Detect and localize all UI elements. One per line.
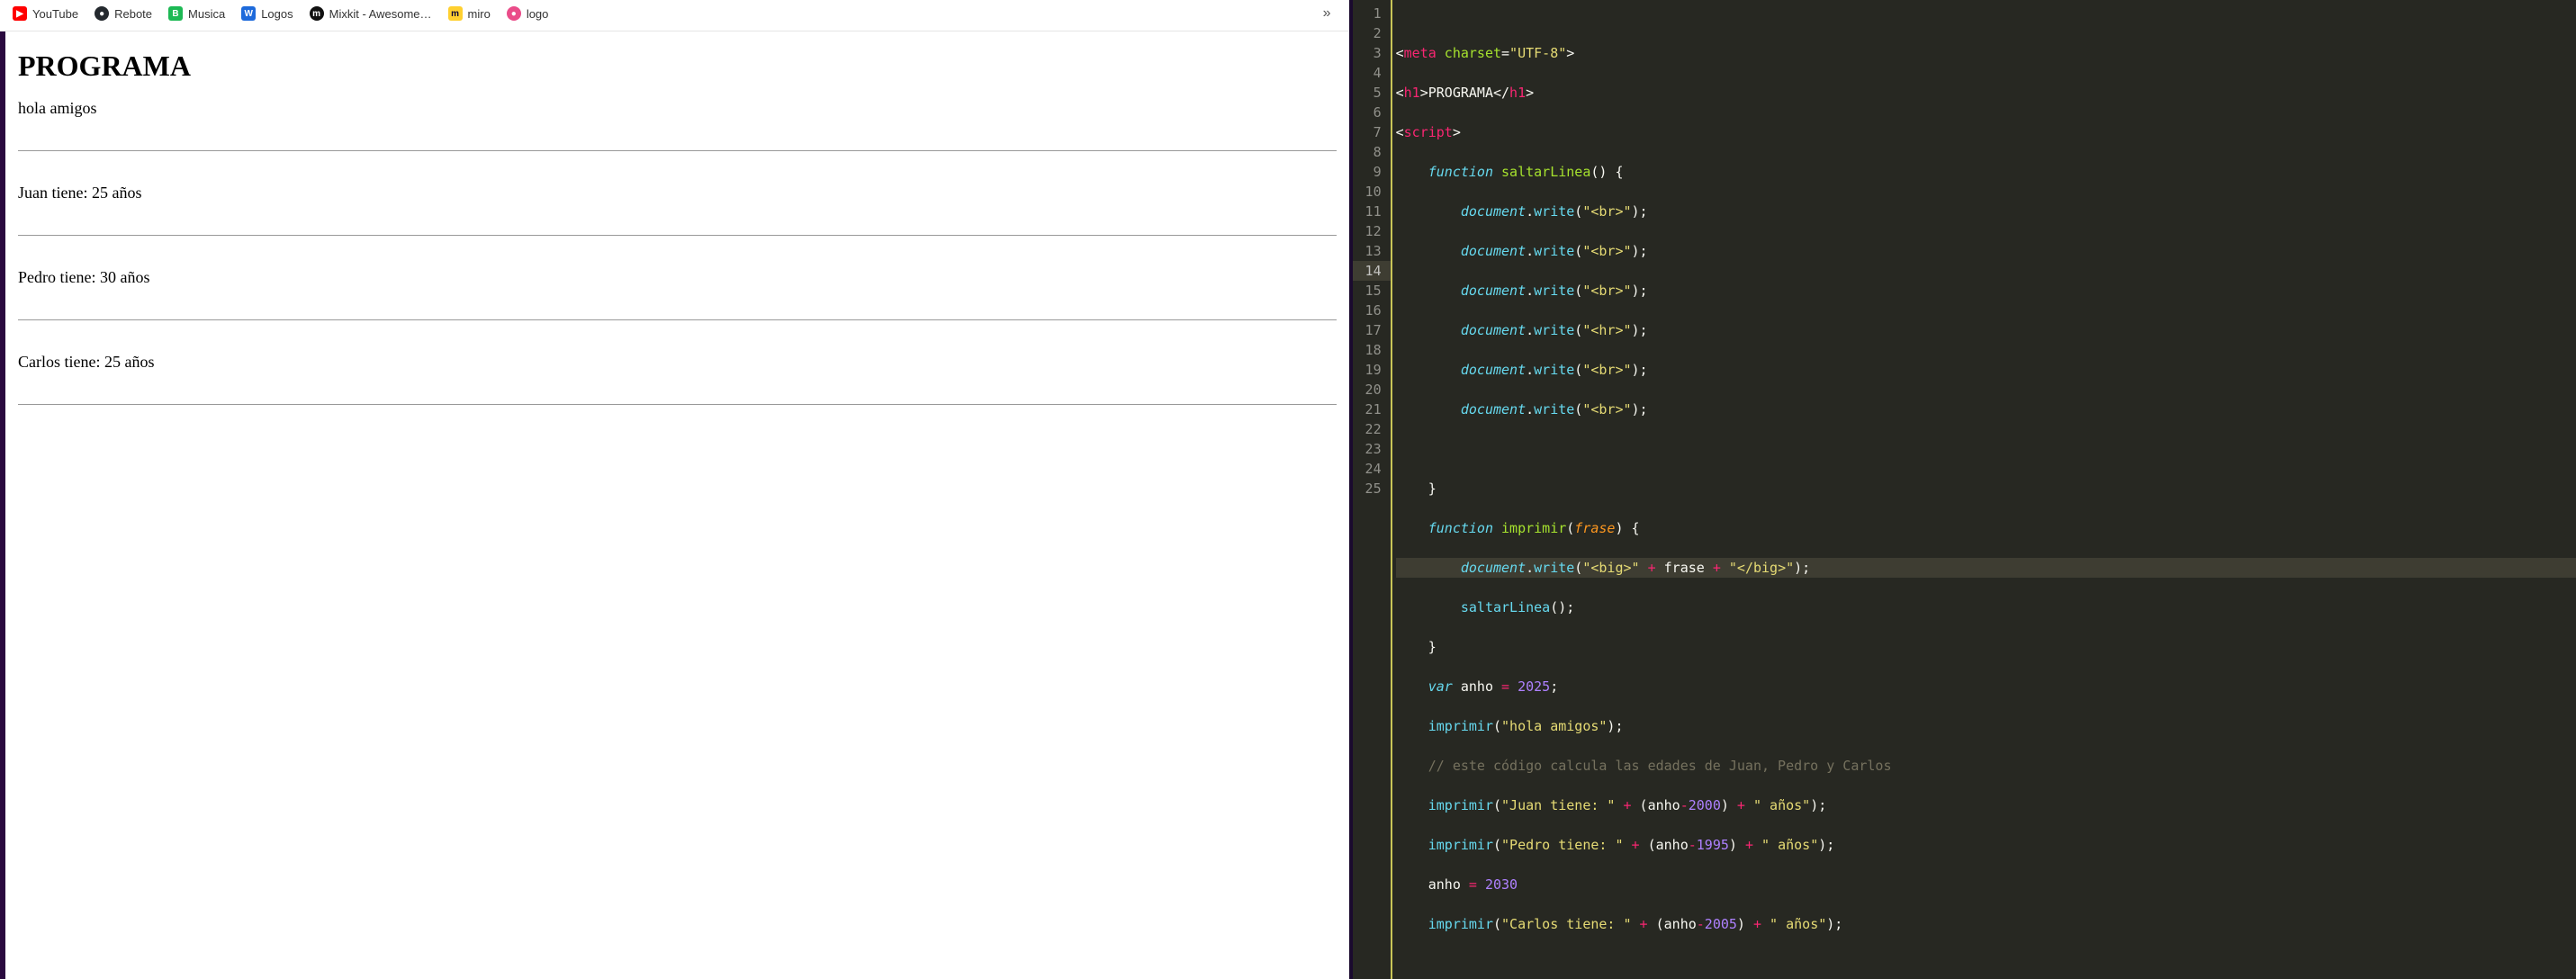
code-line: <meta charset="UTF-8"> bbox=[1396, 43, 2576, 63]
bookmark-mixkit[interactable]: m Mixkit - Awesome… bbox=[310, 6, 432, 21]
code-line: } bbox=[1396, 637, 2576, 657]
bookmark-youtube[interactable]: ▶ YouTube bbox=[13, 6, 78, 21]
code-line: imprimir("Carlos tiene: " + (anho-2005) … bbox=[1396, 914, 2576, 934]
line-number: 17 bbox=[1365, 320, 1382, 340]
code-line bbox=[1396, 439, 2576, 459]
bookmark-label: Logos bbox=[261, 7, 293, 21]
line-number: 2 bbox=[1365, 23, 1382, 43]
code-line: imprimir("Pedro tiene: " + (anho-1995) +… bbox=[1396, 835, 2576, 855]
code-line: imprimir("Juan tiene: " + (anho-2000) + … bbox=[1396, 795, 2576, 815]
code-line: document.write("<hr>"); bbox=[1396, 320, 2576, 340]
line-number: 10 bbox=[1365, 182, 1382, 202]
code-line: document.write("<br>"); bbox=[1396, 360, 2576, 380]
code-line: document.write("<big>" + frase + "</big>… bbox=[1396, 558, 2576, 578]
bookmark-logo[interactable]: ● logo bbox=[507, 6, 549, 21]
music-icon: B bbox=[168, 6, 183, 21]
miro-icon: m bbox=[448, 6, 463, 21]
line-number: 15 bbox=[1365, 281, 1382, 301]
code-line: anho = 2030 bbox=[1396, 875, 2576, 894]
editor-pane: 1 2 3 4 5 6 7 8 9 10 11 12 13 14 15 16 1… bbox=[1353, 0, 2576, 979]
code-line: var anho = 2025; bbox=[1396, 677, 2576, 696]
page-line: Carlos tiene: 25 años bbox=[18, 353, 154, 371]
code-line: imprimir("hola amigos"); bbox=[1396, 716, 2576, 736]
page-line: Pedro tiene: 30 años bbox=[18, 268, 149, 286]
line-number: 9 bbox=[1365, 162, 1382, 182]
bookmark-miro[interactable]: m miro bbox=[448, 6, 491, 21]
line-number: 16 bbox=[1365, 301, 1382, 320]
page-line: hola amigos bbox=[18, 99, 97, 117]
editor-gutter: 1 2 3 4 5 6 7 8 9 10 11 12 13 14 15 16 1… bbox=[1353, 0, 1391, 979]
line-number: 3 bbox=[1365, 43, 1382, 63]
line-number: 6 bbox=[1365, 103, 1382, 122]
code-line: document.write("<br>"); bbox=[1396, 202, 2576, 221]
page-line: Juan tiene: 25 años bbox=[18, 184, 141, 202]
github-icon: ● bbox=[95, 6, 109, 21]
line-number: 14 bbox=[1353, 261, 1391, 281]
code-line: document.write("<br>"); bbox=[1396, 241, 2576, 261]
editor-code-area[interactable]: <meta charset="UTF-8"> <h1>PROGRAMA</h1>… bbox=[1391, 0, 2576, 979]
line-number: 25 bbox=[1365, 479, 1382, 498]
line-number: 21 bbox=[1365, 400, 1382, 419]
line-number: 19 bbox=[1365, 360, 1382, 380]
code-line: // este código calcula las edades de Jua… bbox=[1396, 756, 2576, 776]
code-line: <h1>PROGRAMA</h1> bbox=[1396, 83, 2576, 103]
bookmark-label: logo bbox=[527, 7, 549, 21]
logos-icon: W bbox=[241, 6, 256, 21]
line-number: 22 bbox=[1365, 419, 1382, 439]
line-number: 13 bbox=[1365, 241, 1382, 261]
dribbble-icon: ● bbox=[507, 6, 521, 21]
bookmark-logos[interactable]: W Logos bbox=[241, 6, 293, 21]
line-number: 5 bbox=[1365, 83, 1382, 103]
code-line: function imprimir(frase) { bbox=[1396, 518, 2576, 538]
bookmarks-bar: ▶ YouTube ● Rebote B Musica W Logos m Mi… bbox=[0, 0, 1349, 31]
bookmark-musica[interactable]: B Musica bbox=[168, 6, 225, 21]
bookmark-label: Mixkit - Awesome… bbox=[329, 7, 432, 21]
bookmark-rebote[interactable]: ● Rebote bbox=[95, 6, 152, 21]
bookmark-label: miro bbox=[468, 7, 491, 21]
code-line: document.write("<br>"); bbox=[1396, 400, 2576, 419]
page-heading: PROGRAMA bbox=[18, 49, 1337, 83]
youtube-icon: ▶ bbox=[13, 6, 27, 21]
line-number: 8 bbox=[1365, 142, 1382, 162]
code-line: <script> bbox=[1396, 122, 2576, 142]
editor-fold-border bbox=[1391, 0, 1392, 979]
browser-pane: ▶ YouTube ● Rebote B Musica W Logos m Mi… bbox=[0, 0, 1353, 979]
line-number: 7 bbox=[1365, 122, 1382, 142]
line-number: 23 bbox=[1365, 439, 1382, 459]
line-number: 24 bbox=[1365, 459, 1382, 479]
code-line: function saltarLinea() { bbox=[1396, 162, 2576, 182]
code-line: saltarLinea(); bbox=[1396, 597, 2576, 617]
code-line bbox=[1396, 954, 2576, 974]
mixkit-icon: m bbox=[310, 6, 324, 21]
line-number: 11 bbox=[1365, 202, 1382, 221]
line-number: 18 bbox=[1365, 340, 1382, 360]
line-number: 12 bbox=[1365, 221, 1382, 241]
page-viewport[interactable]: PROGRAMA hola amigos Juan tiene: 25 años… bbox=[0, 31, 1349, 979]
code-line: document.write("<br>"); bbox=[1396, 281, 2576, 301]
line-number: 20 bbox=[1365, 380, 1382, 400]
line-number: 4 bbox=[1365, 63, 1382, 83]
code-line: } bbox=[1396, 479, 2576, 498]
bookmark-label: Musica bbox=[188, 7, 225, 21]
bookmark-label: YouTube bbox=[32, 7, 78, 21]
line-number: 1 bbox=[1365, 4, 1382, 23]
bookmarks-overflow-button[interactable]: » bbox=[1318, 5, 1337, 22]
bookmark-label: Rebote bbox=[114, 7, 152, 21]
